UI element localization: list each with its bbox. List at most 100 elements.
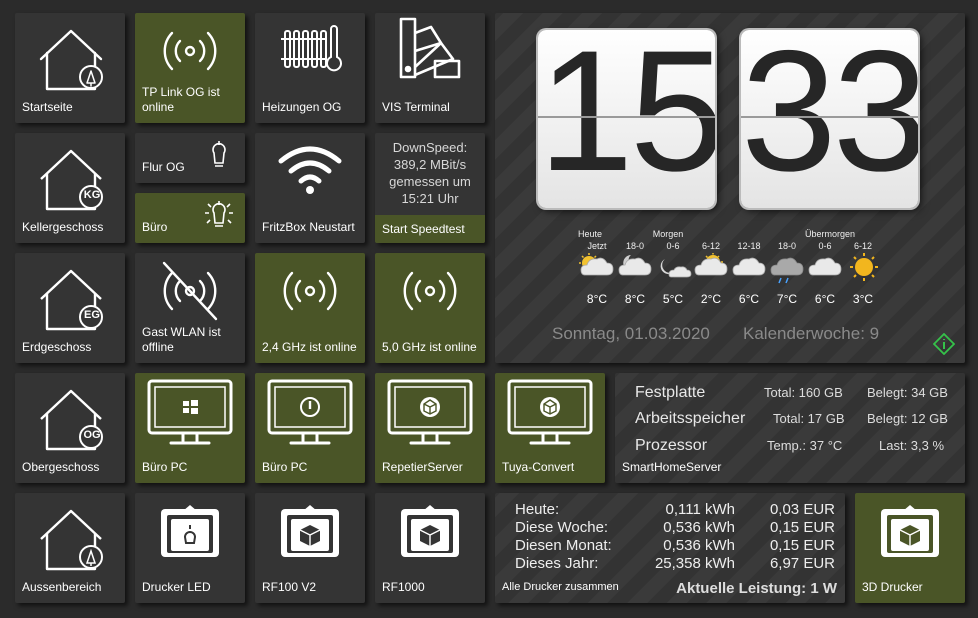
tile-label: 2,4 GHz ist online [262,340,357,354]
forecast-temp: 2°C [700,292,722,306]
wifi-signal-icon [163,31,217,71]
floor-badge: KG [83,189,101,201]
tile-wlan-50[interactable]: 5,0 GHz ist online [375,253,485,363]
cloudy-night-icon [660,259,692,278]
tile-vis[interactable]: VIS Terminal [375,13,485,123]
cube-monitor-icon [387,379,473,445]
energy-row-label: Diesen Monat: [515,537,612,554]
server-stats-panel: Festplatte Total: 160 GB Belegt: 34 GB A… [615,373,965,483]
speed-value: 389,2 MBit/s [393,157,467,172]
info-icon[interactable] [933,333,955,355]
disk-label: Festplatte [635,384,706,401]
energy-panel: Heute: 0,111 kWh 0,03 EUR Diese Woche: 0… [495,493,845,603]
tile-obergeschoss[interactable]: OG Obergeschoss [15,373,125,483]
forecast-temp: 7°C [776,292,798,306]
forecast-slot-time: 0-6 [666,241,680,251]
tile-label: Drucker LED [142,580,211,594]
house-garden-icon [39,29,103,91]
tile-rf1000[interactable]: RF1000 [375,493,485,603]
cloud-icon [732,257,766,276]
tile-repetierserver[interactable]: RepetierServer [375,373,485,483]
power-monitor-icon [267,379,353,445]
tile-label: TP Link OG ist online [142,85,220,114]
tile-rf100[interactable]: RF100 V2 [255,493,365,603]
tile-label: RF1000 [382,580,425,594]
house-garden-icon [39,509,103,571]
forecast-temp: 6°C [738,292,760,306]
floor-badge: OG [83,429,101,441]
windows-monitor-icon [147,379,233,445]
rain-cloud-icon [770,257,804,284]
tile-buero-pc-1[interactable]: Büro PC [135,373,245,483]
tile-label: Kellergeschoss [22,220,104,234]
server-name: SmartHomeServer [622,460,722,474]
tile-tuya-convert[interactable]: Tuya-Convert [495,373,605,483]
forecast-temp: 5°C [662,292,684,306]
forecast-slot-time: Jetzt [587,241,607,251]
cpu-temp: Temp.: 37 °C [767,438,843,453]
tile-label: Aussenbereich [22,580,102,594]
wifi-icon [278,146,342,194]
printer-bulb-icon [161,505,219,557]
energy-footer-label: Alle Drucker zusammen [502,581,619,593]
forecast-slot-time: 18-0 [777,241,796,251]
wifi-signal-icon [283,271,337,311]
tile-gast-wlan[interactable]: Gast WLAN ist offline [135,253,245,363]
tile-erdgeschoss[interactable]: EG Erdgeschoss [15,253,125,363]
forecast-temp: 6°C [814,292,836,306]
forecast-slot-time: 6-12 [701,241,720,251]
tile-label: Heizungen OG [262,100,342,114]
cpu-load: Last: 3,3 % [879,438,945,453]
forecast-slot-time: 18-0 [625,241,644,251]
tile-heizungen[interactable]: Heizungen OG [255,13,365,123]
sun-icon [850,253,878,281]
tile-drucker-led[interactable]: Drucker LED [135,493,245,603]
tile-kellergeschoss[interactable]: KG Kellergeschoss [15,133,125,243]
tile-buero-light[interactable]: Büro [135,193,245,243]
start-speedtest-button[interactable]: Start Speedtest [375,215,485,243]
tile-label: FritzBox Neustart [262,220,355,234]
partly-cloudy-sun-icon [694,253,728,276]
energy-row-eur: 6,97 EUR [769,555,835,572]
forecast-slot-time: 6-12 [853,241,872,251]
tile-label: Obergeschoss [22,460,100,474]
tile-label: Tuya-Convert [502,460,575,474]
printer-cube-icon [281,505,339,557]
tile-label: Büro PC [142,460,188,474]
clock-minute-card: 33 [741,30,918,208]
tile-flur-og[interactable]: Flur OG [135,133,245,183]
tile-wlan-24[interactable]: 2,4 GHz ist online [255,253,365,363]
ram-total: Total: 17 GB [773,411,845,426]
palette-swatch-icon [399,17,461,79]
tile-buero-pc-2[interactable]: Büro PC [255,373,365,483]
wifi-off-icon [162,261,218,321]
energy-row-kwh: 0,536 kWh [663,537,735,554]
tile-aussenbereich[interactable]: Aussenbereich [15,493,125,603]
tile-startseite[interactable]: Startseite [15,13,125,123]
radiator-thermometer-icon [281,25,342,72]
forecast-temp: 8°C [586,292,608,306]
forecast-slot-time: 0-6 [818,241,832,251]
forecast-day-label: Heute [577,229,603,239]
tile-speedtest: DownSpeed: 389,2 MBit/s gemessen um 15:2… [375,133,485,243]
speed-label: DownSpeed: [392,140,468,155]
forecast-slot-time: 12-18 [737,241,761,251]
printer-cube-icon [401,505,459,557]
tile-label: RepetierServer [382,460,463,474]
energy-row-kwh: 25,358 kWh [654,555,735,572]
cube-monitor-icon [507,379,593,445]
tile-tplink[interactable]: TP Link OG ist online [135,13,245,123]
energy-row-label: Diese Woche: [515,519,609,536]
ram-label: Arbeitsspeicher [635,410,746,427]
button-label: Start Speedtest [382,222,465,236]
tile-fritzbox[interactable]: FritzBox Neustart [255,133,365,243]
tile-label: Gast WLAN ist offline [142,325,221,354]
tile-label: 3D Drucker [862,580,923,594]
forecast-day-label: Morgen [652,229,684,239]
tile-3d-drucker[interactable]: 3D Drucker [855,493,965,603]
forecast-temp: 8°C [624,292,646,306]
measured-label: gemessen um [389,174,471,189]
clock-weather-panel: 15 33 Heute Morgen Übermorgen Jetzt 18-0… [495,13,965,363]
tile-label: VIS Terminal [382,100,450,114]
cloud-icon [808,257,842,276]
